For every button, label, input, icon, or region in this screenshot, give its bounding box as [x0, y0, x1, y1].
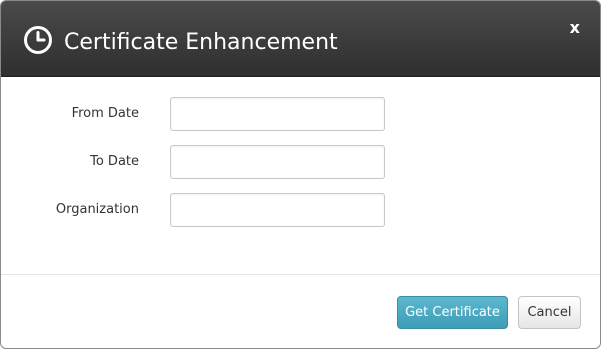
- organization-input[interactable]: [170, 193, 385, 227]
- to-date-input[interactable]: [170, 145, 385, 179]
- dialog-header: Certificate Enhancement x: [1, 1, 600, 77]
- dialog-title: Certificate Enhancement: [64, 30, 338, 55]
- cancel-button[interactable]: Cancel: [518, 296, 581, 329]
- to-date-row: To Date: [1, 145, 600, 179]
- organization-row: Organization: [1, 193, 600, 227]
- organization-label: Organization: [55, 202, 139, 217]
- clock-icon: [24, 26, 52, 54]
- footer-divider: [1, 274, 600, 275]
- close-button[interactable]: x: [570, 16, 580, 40]
- from-date-label: From Date: [71, 106, 139, 121]
- get-certificate-button[interactable]: Get Certificate: [397, 296, 508, 329]
- from-date-input[interactable]: [170, 97, 385, 131]
- to-date-label: To Date: [90, 154, 139, 169]
- certificate-enhancement-dialog: Certificate Enhancement x From Date To D…: [0, 0, 601, 349]
- from-date-row: From Date: [1, 97, 600, 131]
